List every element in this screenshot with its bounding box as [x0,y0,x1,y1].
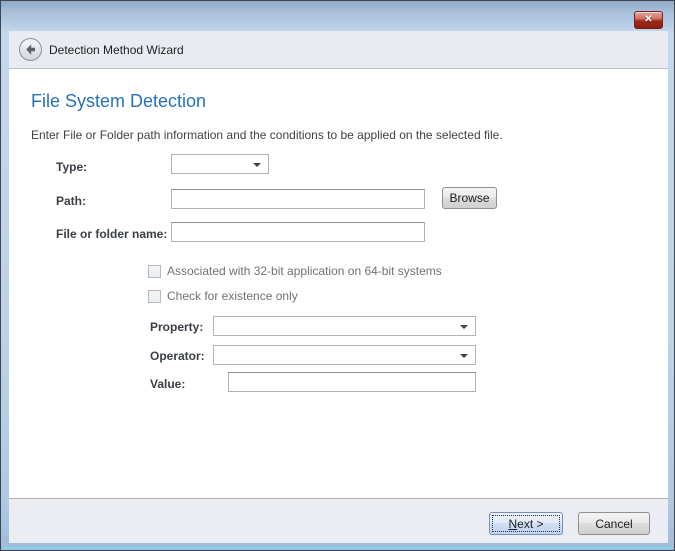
close-button[interactable]: ✕ [634,11,663,29]
property-label: Property: [150,320,203,334]
path-label: Path: [56,194,86,208]
dialog-content: Detection Method Wizard File System Dete… [9,31,668,543]
browse-button[interactable]: Browse [442,187,497,209]
back-arrow-icon [24,43,37,56]
check-existence-checkbox[interactable] [148,290,161,303]
back-button[interactable] [19,38,42,61]
close-icon: ✕ [644,14,652,25]
file-or-folder-name-label: File or folder name: [56,227,167,241]
wizard-header: Detection Method Wizard [9,31,668,69]
file-or-folder-name-input[interactable] [171,222,425,242]
chevron-down-icon [460,325,468,329]
type-dropdown[interactable] [171,154,269,174]
operator-label: Operator: [150,349,205,363]
checkbox-row-32bit: Associated with 32-bit application on 64… [148,264,442,278]
operator-dropdown[interactable] [213,345,476,365]
path-input[interactable] [171,189,425,209]
page-description: Enter File or Folder path information an… [31,128,503,142]
cancel-button[interactable]: Cancel [578,512,650,535]
button-bar [9,498,668,543]
check-existence-label: Check for existence only [167,289,298,303]
associated-32bit-label: Associated with 32-bit application on 64… [167,264,442,278]
value-label: Value: [150,377,185,391]
next-button[interactable]: Next > [489,512,563,535]
next-accesskey: N [508,517,517,531]
associated-32bit-checkbox[interactable] [148,265,161,278]
wizard-dialog: ✕ Detection Method Wizard File System De… [0,0,675,551]
value-input[interactable] [228,372,476,392]
checkbox-row-existence: Check for existence only [148,289,298,303]
chevron-down-icon [253,163,261,167]
wizard-title: Detection Method Wizard [49,43,184,57]
page-heading: File System Detection [31,91,206,112]
property-dropdown[interactable] [213,316,476,336]
chevron-down-icon [460,354,468,358]
type-label: Type: [56,160,87,174]
next-label-rest: ext > [517,517,543,531]
title-bar: ✕ [2,2,675,31]
